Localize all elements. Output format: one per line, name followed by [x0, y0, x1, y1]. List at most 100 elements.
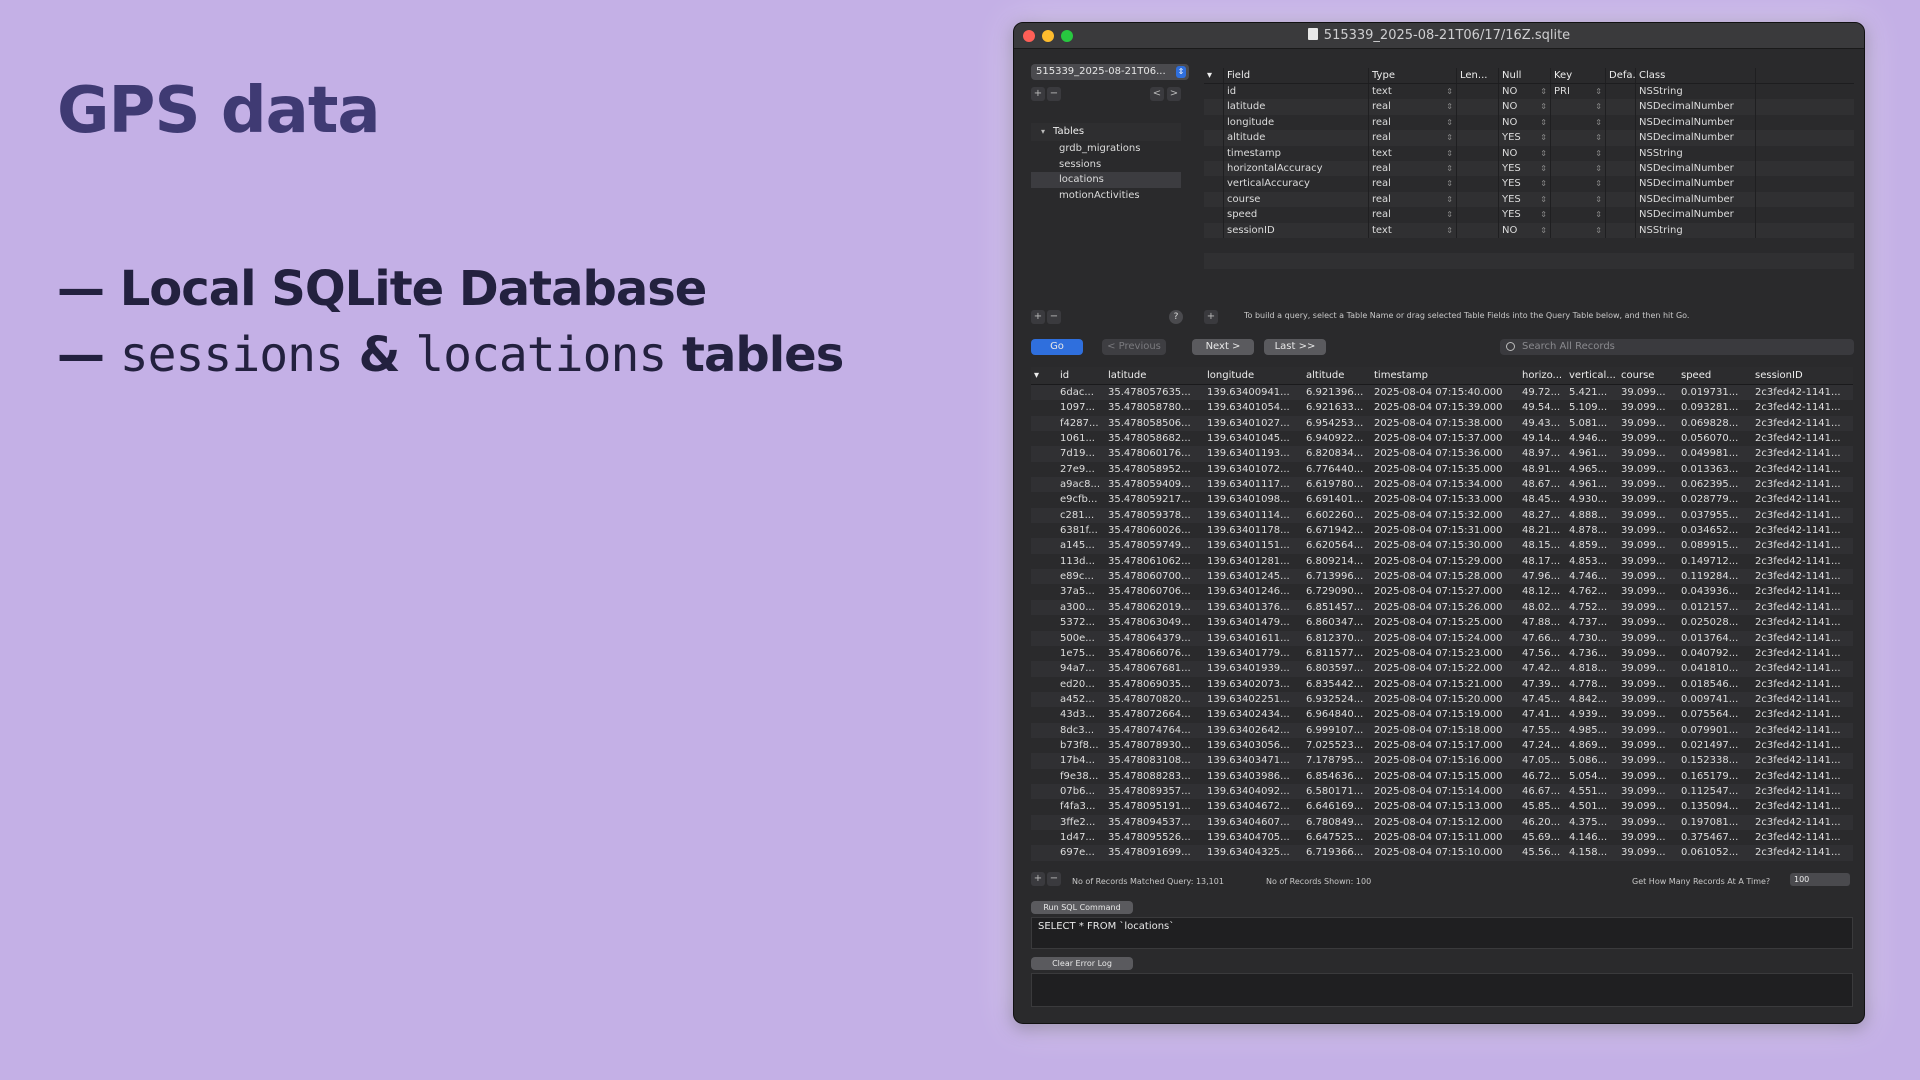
stepper-icon[interactable]: ⇕ [1595, 176, 1602, 191]
table-row[interactable]: 7d19... 35.478060176... 139.63401193... 6.8… [1031, 446, 1853, 462]
field-row[interactable]: longitude real ⇕ NO ⇕ ⇕ NSDecimalNumber [1204, 114, 1854, 131]
col-field[interactable]: Field [1224, 68, 1369, 83]
stepper-icon[interactable]: ⇕ [1540, 176, 1547, 191]
previous-button[interactable]: < Previous [1102, 339, 1166, 355]
record-col-header[interactable]: timestamp [1371, 367, 1519, 384]
search-input[interactable]: Search All Records [1500, 339, 1854, 355]
stepper-icon[interactable]: ⇕ [1595, 146, 1602, 161]
col-class[interactable]: Class [1636, 68, 1756, 83]
stepper-icon[interactable]: ⇕ [1595, 99, 1602, 114]
stepper-icon[interactable]: ⇕ [1446, 176, 1453, 191]
stepper-icon[interactable]: ⇕ [1595, 130, 1602, 145]
last-button[interactable]: Last >> [1264, 339, 1326, 355]
clear-error-log-button[interactable]: Clear Error Log [1031, 957, 1133, 970]
table-row[interactable]: 37a5... 35.478060706... 139.63401246... 6.7… [1031, 584, 1853, 599]
record-col-header[interactable]: horizo... [1519, 367, 1566, 384]
table-row[interactable]: a145... 35.478059749... 139.63401151... 6.6… [1031, 538, 1853, 554]
stepper-icon[interactable]: ⇕ [1446, 84, 1453, 99]
col-null[interactable]: Null [1499, 68, 1551, 83]
table-row[interactable]: f9e38... 35.478088283... 139.63403986... 6.… [1031, 769, 1853, 784]
col-length[interactable]: Len... [1457, 68, 1499, 83]
stepper-icon[interactable]: ⇕ [1446, 207, 1453, 222]
sql-command-input[interactable]: SELECT * FROM `locations` [1031, 917, 1853, 949]
go-button[interactable]: Go [1031, 339, 1083, 355]
table-item-locations[interactable]: locations [1031, 172, 1181, 188]
stepper-icon[interactable]: ⇕ [1595, 84, 1602, 99]
stepper-icon[interactable]: ⇕ [1595, 161, 1602, 176]
stepper-icon[interactable]: ⇕ [1540, 207, 1547, 222]
nav-back-button[interactable]: < [1150, 87, 1164, 101]
add-database-button[interactable]: + [1031, 87, 1045, 101]
record-col-header[interactable]: sessionID [1752, 367, 1848, 384]
stepper-icon[interactable]: ⇕ [1540, 99, 1547, 114]
database-select[interactable]: 515339_2025-08-21T06... ⇕ [1031, 64, 1189, 80]
col-type[interactable]: Type [1369, 68, 1457, 83]
table-row[interactable]: a9ac8... 35.478059409... 139.63401117... 6.… [1031, 477, 1853, 493]
help-button[interactable]: ? [1169, 310, 1183, 324]
table-row[interactable]: 27e9... 35.478058952... 139.63401072... 6.7… [1031, 462, 1853, 477]
stepper-icon[interactable]: ⇕ [1446, 130, 1453, 145]
stepper-icon[interactable]: ⇕ [1540, 223, 1547, 238]
stepper-icon[interactable]: ⇕ [1540, 84, 1547, 99]
field-row[interactable]: sessionID text ⇕ NO ⇕ ⇕ NSString [1204, 222, 1854, 238]
records-limit-select[interactable]: 100 [1790, 873, 1850, 886]
stepper-icon[interactable]: ⇕ [1540, 146, 1547, 161]
table-row[interactable]: b73f8... 35.478078930... 139.63403056... 7.… [1031, 738, 1853, 753]
table-row[interactable]: 07b6... 35.478089357... 139.63404092... 6.5… [1031, 783, 1853, 800]
table-row[interactable]: e89c... 35.478060700... 139.63401245... 6.7… [1031, 569, 1853, 585]
table-item-grdb-migrations[interactable]: grdb_migrations [1031, 141, 1181, 157]
field-row[interactable]: verticalAccuracy real ⇕ YES ⇕ ⇕ NSDecimalNumbe… [1204, 176, 1854, 192]
table-row[interactable]: 1e75... 35.478066076... 139.63401779... 6.8… [1031, 646, 1853, 661]
stepper-icon[interactable]: ⇕ [1595, 207, 1602, 222]
table-row[interactable]: 6381f... 35.478060026... 139.63401178... 6.… [1031, 523, 1853, 538]
table-row[interactable]: 500e... 35.478064379... 139.63401611... 6.8… [1031, 630, 1853, 646]
stepper-icon[interactable]: ⇕ [1540, 192, 1547, 207]
table-row[interactable]: 697e... 35.478091699... 139.63404325... 6.7… [1031, 845, 1853, 861]
col-default[interactable]: Defa... [1606, 68, 1636, 83]
table-row[interactable]: a452... 35.478070820... 139.63402251... 6.9… [1031, 691, 1853, 708]
record-col-header[interactable]: altitude [1303, 367, 1371, 384]
table-row[interactable]: e9cfb... 35.478059217... 139.63401098... 6.… [1031, 492, 1853, 507]
stepper-icon[interactable]: ⇕ [1595, 223, 1602, 238]
nav-forward-button[interactable]: > [1167, 87, 1181, 101]
field-row[interactable]: latitude real ⇕ NO ⇕ ⇕ NSDecimalNumber [1204, 99, 1854, 115]
remove-record-button[interactable]: − [1047, 872, 1061, 886]
stepper-icon[interactable]: ⇕ [1540, 161, 1547, 176]
add-query-button[interactable]: + [1204, 310, 1218, 324]
table-row[interactable]: ed20... 35.478069035... 139.63402073... 6.8… [1031, 677, 1853, 692]
field-row[interactable]: altitude real ⇕ YES ⇕ ⇕ NSDecimalNumber [1204, 130, 1854, 146]
field-row[interactable]: id text ⇕ NO ⇕ PRI ⇕ NSString [1204, 84, 1854, 100]
table-row[interactable]: f4fa3... 35.478095191... 139.63404672... 6.… [1031, 799, 1853, 814]
field-row[interactable]: timestamp text ⇕ NO ⇕ ⇕ NSString [1204, 145, 1854, 161]
record-col-header[interactable]: speed [1678, 367, 1752, 384]
table-row[interactable]: 5372... 35.478063049... 139.63401479... 6.8… [1031, 615, 1853, 630]
table-row[interactable]: 1061... 35.478058682... 139.63401045... 6.9… [1031, 431, 1853, 446]
table-row[interactable]: 1d47... 35.478095526... 139.63404705... 6.6… [1031, 830, 1853, 845]
next-button[interactable]: Next > [1192, 339, 1254, 355]
record-col-header[interactable]: latitude [1105, 367, 1204, 384]
record-col-header[interactable]: vertical... [1566, 367, 1618, 384]
stepper-icon[interactable]: ⇕ [1446, 115, 1453, 130]
record-col-header[interactable]: course [1618, 367, 1678, 384]
stepper-icon[interactable]: ⇕ [1446, 161, 1453, 176]
run-sql-button[interactable]: Run SQL Command [1031, 901, 1133, 914]
stepper-icon[interactable]: ⇕ [1595, 192, 1602, 207]
table-row[interactable]: 43d3... 35.478072664... 139.63402434... 6.9… [1031, 707, 1853, 722]
record-col-header[interactable]: id [1057, 367, 1105, 384]
table-row[interactable]: 1097... 35.478058780... 139.63401054... 6.9… [1031, 400, 1853, 415]
tables-header[interactable]: ▾ Tables [1031, 123, 1181, 141]
table-row[interactable]: 8dc3... 35.478074764... 139.63402642... 6.9… [1031, 722, 1853, 738]
stepper-icon[interactable]: ⇕ [1595, 115, 1602, 130]
table-item-sessions[interactable]: sessions [1031, 157, 1181, 173]
table-row[interactable]: a300... 35.478062019... 139.63401376... 6.8… [1031, 599, 1853, 616]
stepper-icon[interactable]: ⇕ [1446, 99, 1453, 114]
table-row[interactable]: 6dac... 35.478057635... 139.63400941... 6.9… [1031, 385, 1853, 401]
table-row[interactable]: f4287... 35.478058506... 139.63401027... 6.… [1031, 415, 1853, 432]
remove-database-button[interactable]: − [1047, 87, 1061, 101]
stepper-icon[interactable]: ⇕ [1446, 192, 1453, 207]
table-row[interactable]: 3ffe2... 35.478094537... 139.63404607... 6.… [1031, 814, 1853, 830]
table-row[interactable]: c281... 35.478059378... 139.63401114... 6.6… [1031, 507, 1853, 524]
col-key[interactable]: Key [1551, 68, 1606, 83]
add-field-button[interactable]: + [1031, 310, 1045, 324]
field-row[interactable]: course real ⇕ YES ⇕ ⇕ NSDecimalNumber [1204, 191, 1854, 208]
